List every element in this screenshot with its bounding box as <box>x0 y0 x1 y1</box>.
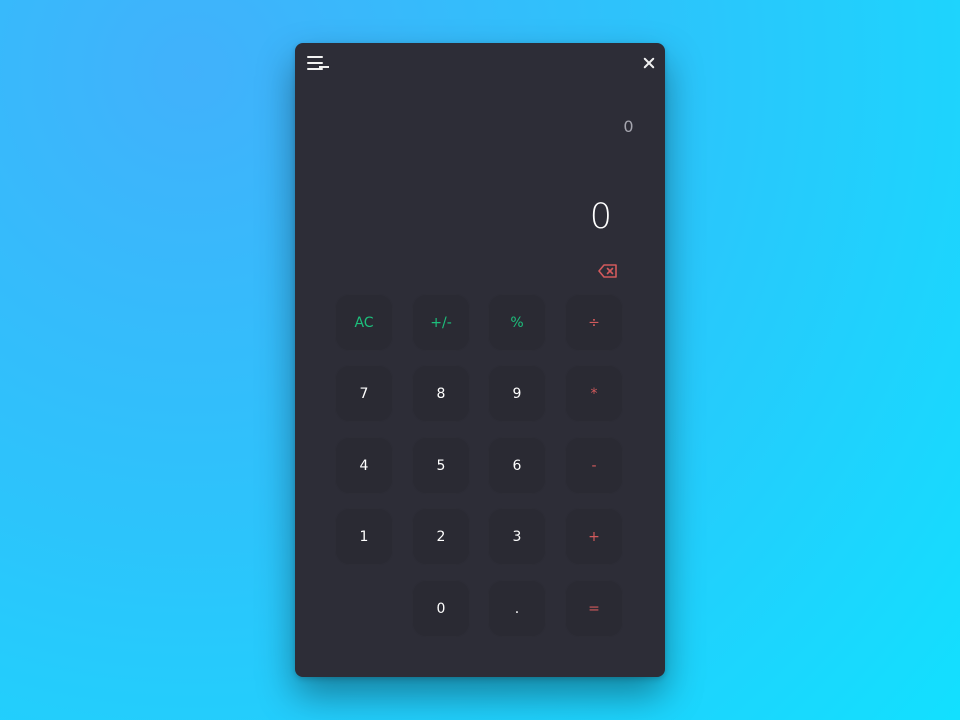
number-button-6[interactable]: 6 <box>488 437 546 494</box>
toggle-sign-button[interactable]: +/- <box>412 294 470 351</box>
subtract-button[interactable]: - <box>565 437 623 494</box>
decimal-button[interactable]: . <box>488 580 546 637</box>
number-button-8[interactable]: 8 <box>412 365 470 422</box>
backspace-icon[interactable] <box>598 264 618 278</box>
main-display: 0 <box>589 197 612 237</box>
multiply-button[interactable]: * <box>565 365 623 422</box>
empty-keypad-slot <box>335 580 393 637</box>
close-icon[interactable] <box>642 56 656 70</box>
number-button-2[interactable]: 2 <box>412 508 470 565</box>
minimize-icon[interactable] <box>318 56 330 68</box>
keypad: AC +/- % ÷ 7 8 9 * 4 5 6 - 1 2 3 + 0 . = <box>335 294 625 638</box>
equals-button[interactable]: = <box>565 580 623 637</box>
history-display: 0 <box>623 117 634 136</box>
number-button-7[interactable]: 7 <box>335 365 393 422</box>
number-button-9[interactable]: 9 <box>488 365 546 422</box>
menu-icon-line <box>307 68 323 70</box>
number-button-1[interactable]: 1 <box>335 508 393 565</box>
divide-button[interactable]: ÷ <box>565 294 623 351</box>
all-clear-button[interactable]: AC <box>335 294 393 351</box>
title-bar <box>295 43 665 83</box>
number-button-4[interactable]: 4 <box>335 437 393 494</box>
calculator-window: 0 0 AC +/- % ÷ 7 8 9 * 4 5 6 - 1 2 3 + 0… <box>295 43 665 677</box>
backspace-icon <box>598 264 617 278</box>
percent-button[interactable]: % <box>488 294 546 351</box>
number-button-3[interactable]: 3 <box>488 508 546 565</box>
number-button-5[interactable]: 5 <box>412 437 470 494</box>
number-button-0[interactable]: 0 <box>412 580 470 637</box>
add-button[interactable]: + <box>565 508 623 565</box>
